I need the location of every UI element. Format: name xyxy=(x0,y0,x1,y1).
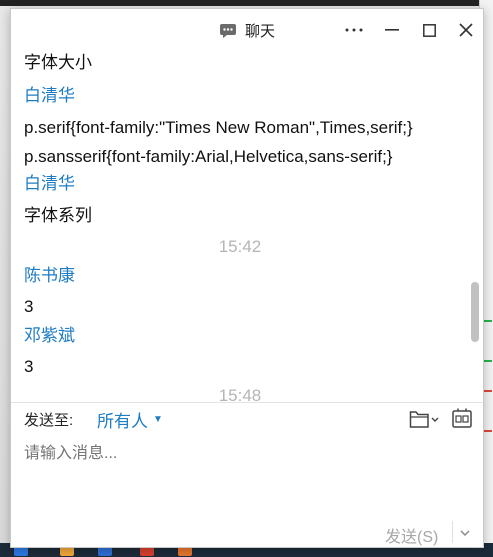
message-scrollbar[interactable] xyxy=(471,49,479,401)
message-text: 3 xyxy=(24,357,34,376)
message-text: 字体系列 xyxy=(24,206,92,225)
title-group: 聊天 xyxy=(219,20,275,41)
message-input[interactable] xyxy=(24,439,464,509)
send-button[interactable]: 发送(S) xyxy=(385,523,438,547)
maximize-icon xyxy=(422,23,436,37)
background-mark xyxy=(484,390,492,392)
message-sender[interactable]: 陈书康 xyxy=(24,265,75,287)
send-to-label: 发送至: xyxy=(24,412,74,429)
background-mark xyxy=(484,360,492,362)
recipient-dropdown[interactable]: 所有人 ▼ xyxy=(97,407,163,432)
message-sender[interactable]: 白清华 xyxy=(24,85,75,107)
send-options-button[interactable] xyxy=(457,525,473,541)
close-button[interactable] xyxy=(455,19,477,41)
message-timestamp: 15:48 xyxy=(218,386,262,401)
more-button[interactable] xyxy=(343,19,365,41)
more-icon xyxy=(345,28,363,32)
close-icon xyxy=(459,23,473,37)
window-title: 聊天 xyxy=(245,23,276,40)
minimize-icon xyxy=(385,29,399,31)
minimize-button[interactable] xyxy=(381,19,403,41)
maximize-button[interactable] xyxy=(418,19,440,41)
message-timestamp: 15:42 xyxy=(218,237,262,256)
message-text: p.sansserif{font-family:Arial,Helvetica,… xyxy=(24,147,393,166)
message-sender[interactable]: 邓紫斌 xyxy=(24,325,75,347)
chevron-down-icon xyxy=(460,530,470,537)
message-text: 3 xyxy=(24,297,34,316)
message-text: p.serif{font-family:"Times New Roman",Ti… xyxy=(24,118,413,137)
title-bar[interactable]: 聊天 xyxy=(11,9,483,49)
composer-divider xyxy=(11,402,483,403)
send-divider xyxy=(452,521,453,543)
folder-icon xyxy=(409,411,439,428)
background-mark xyxy=(484,320,492,322)
desktop-top-strip xyxy=(0,0,493,6)
scrollbar-thumb[interactable] xyxy=(471,282,479,342)
chat-window: 聊天 字体大小 白清华 p.serif{font-family:"Times N… xyxy=(10,8,484,548)
file-menu-button[interactable] xyxy=(409,408,441,430)
background-mark xyxy=(484,430,492,432)
announcement-button[interactable] xyxy=(451,407,473,429)
message-list[interactable]: 字体大小 白清华 p.serif{font-family:"Times New … xyxy=(11,49,469,401)
message-sender[interactable]: 白清华 xyxy=(24,173,75,195)
chat-bubble-icon xyxy=(220,23,236,38)
announcement-icon xyxy=(452,408,472,428)
caret-down-icon: ▼ xyxy=(153,414,163,425)
message-text: 字体大小 xyxy=(24,53,92,72)
recipient-value: 所有人 xyxy=(97,412,148,431)
